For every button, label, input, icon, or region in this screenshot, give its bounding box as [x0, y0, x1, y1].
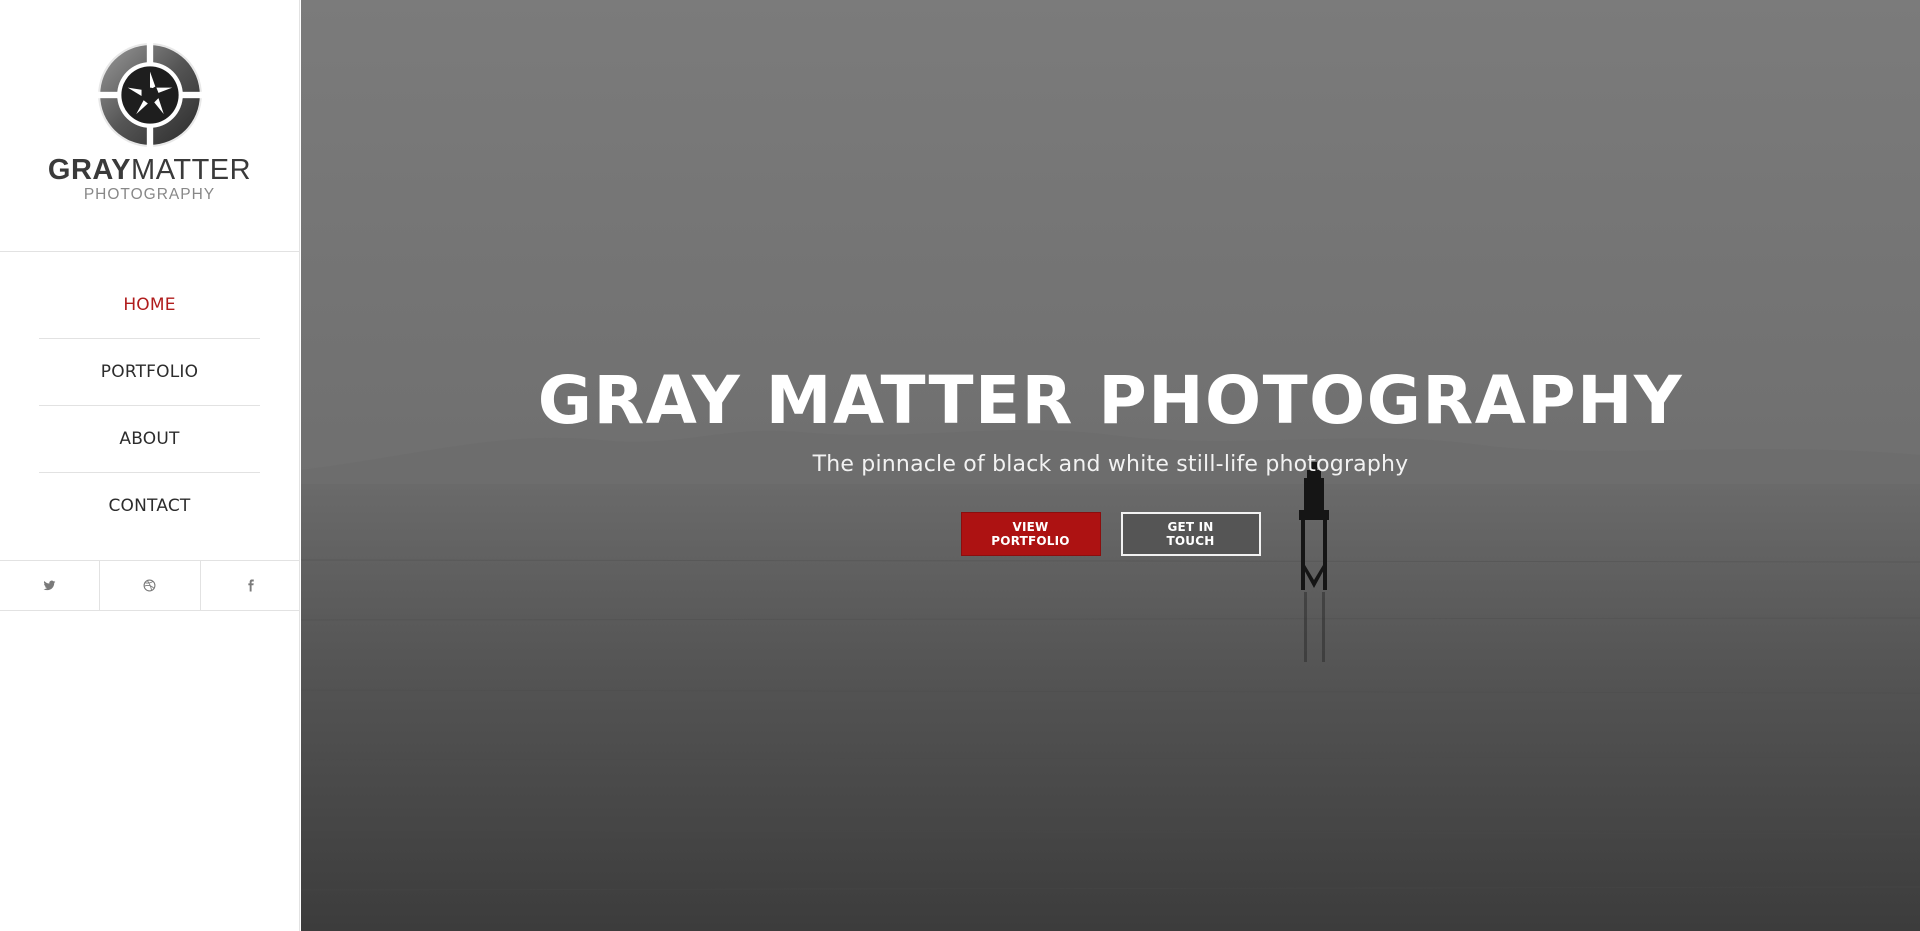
- hero-content: GRAY MATTER PHOTOGRAPHY The pinnacle of …: [301, 358, 1920, 556]
- twitter-icon: [43, 580, 56, 591]
- hero-section: GRAY MATTER PHOTOGRAPHY The pinnacle of …: [301, 0, 1920, 931]
- logo-wordmark: GRAYMATTER: [48, 156, 251, 185]
- nav-item-home[interactable]: HOME: [39, 272, 260, 339]
- facebook-icon: [248, 579, 254, 592]
- facebook-link[interactable]: [201, 561, 300, 610]
- twitter-link[interactable]: [0, 561, 101, 610]
- nav-item-portfolio[interactable]: PORTFOLIO: [39, 339, 260, 406]
- dribbble-link[interactable]: [100, 561, 201, 610]
- aperture-logo-icon: [96, 42, 203, 148]
- nav-item-contact[interactable]: CONTACT: [39, 473, 260, 540]
- dribbble-icon: [144, 579, 156, 592]
- hero-buttons: VIEW PORTFOLIO GET IN TOUCH: [301, 512, 1920, 556]
- logo-tagline: PHOTOGRAPHY: [83, 186, 216, 203]
- social-links: [0, 560, 300, 611]
- view-portfolio-button[interactable]: VIEW PORTFOLIO: [960, 512, 1101, 556]
- sidebar: GRAYMATTER PHOTOGRAPHY HOME PORTFOLIO AB…: [0, 0, 300, 931]
- hero-title: GRAY MATTER PHOTOGRAPHY: [537, 362, 1684, 439]
- get-in-touch-button[interactable]: GET IN TOUCH: [1120, 512, 1261, 556]
- main-nav: HOME PORTFOLIO ABOUT CONTACT: [0, 252, 299, 540]
- nav-item-about[interactable]: ABOUT: [39, 406, 260, 473]
- hero-subtitle: The pinnacle of black and white still-li…: [812, 452, 1409, 477]
- site-logo[interactable]: GRAYMATTER PHOTOGRAPHY: [0, 0, 299, 252]
- logo-name-light: MATTER: [131, 154, 252, 186]
- logo-name-bold: GRAY: [47, 154, 132, 186]
